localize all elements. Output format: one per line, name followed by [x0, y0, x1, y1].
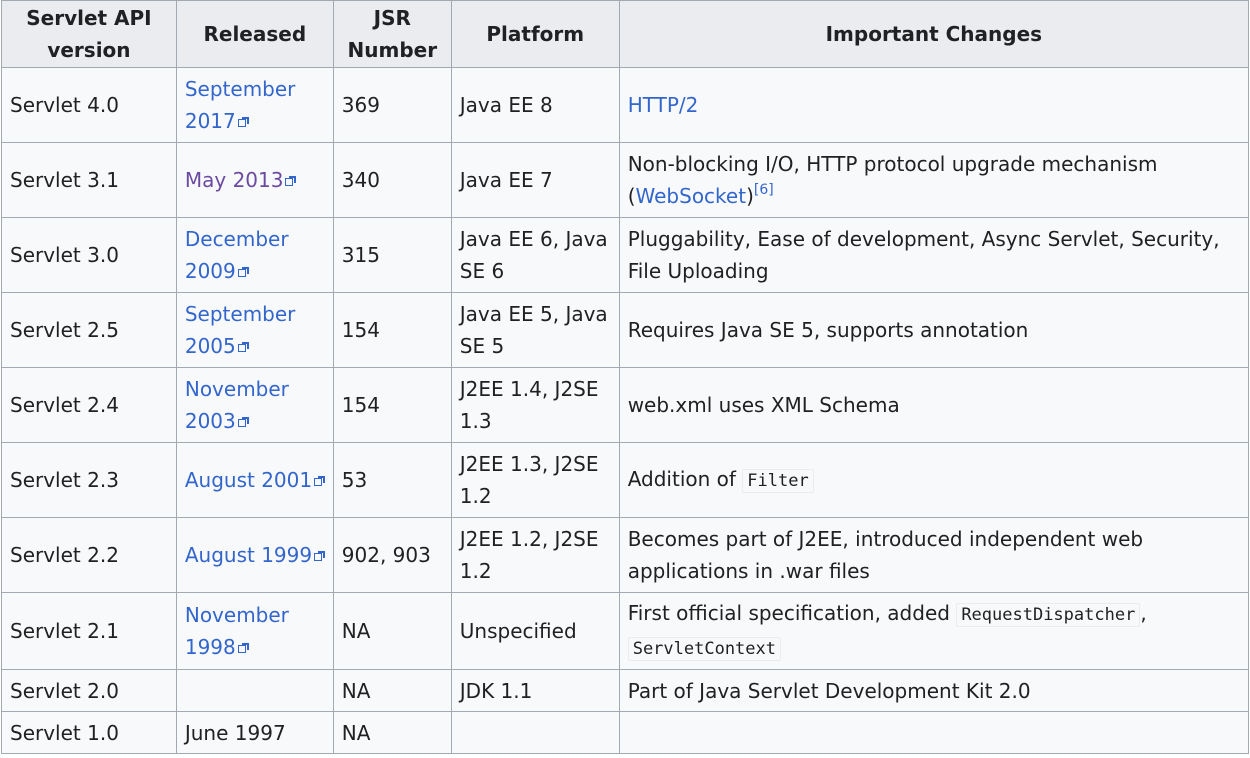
- released-cell: June 1997: [175, 711, 334, 754]
- changes-cell: Non-blocking I/O, HTTP protocol upgrade …: [618, 142, 1250, 218]
- jsr-cell: 53: [332, 442, 452, 518]
- version-cell: Servlet 3.1: [1, 142, 177, 218]
- platform-cell: Java EE 7: [450, 142, 620, 218]
- external-link-icon: [237, 117, 249, 127]
- released-cell: November 1998: [175, 592, 334, 670]
- header-jsr-number: JSR Number: [332, 0, 452, 68]
- released-cell: December 2009: [175, 217, 334, 293]
- version-cell: Servlet 3.0: [1, 217, 177, 293]
- websocket-link[interactable]: WebSocket: [636, 184, 747, 208]
- external-link-icon: [237, 417, 249, 427]
- changes-cell: Requires Java SE 5, supports annotation: [618, 292, 1250, 368]
- code-servlet-context: ServletContext: [627, 637, 781, 661]
- released-link[interactable]: December 2009: [185, 227, 289, 283]
- released-cell: [175, 669, 334, 712]
- platform-cell: J2EE 1.3, J2SE 1.2: [450, 442, 620, 518]
- header-version: Servlet API version: [1, 0, 177, 68]
- changes-cell: Part of Java Servlet Development Kit 2.0: [618, 669, 1250, 712]
- released-link[interactable]: August 1999: [185, 543, 326, 567]
- external-link-icon: [285, 176, 297, 186]
- table-row: Servlet 2.3 August 2001 53 J2EE 1.3, J2S…: [1, 442, 1250, 518]
- header-important-changes: Important Changes: [618, 0, 1250, 68]
- external-link-icon: [314, 551, 326, 561]
- reference-superscript: [6]: [754, 182, 774, 198]
- platform-cell: [450, 711, 620, 754]
- released-link[interactable]: September 2017: [185, 77, 296, 133]
- external-link-icon: [237, 643, 249, 653]
- platform-cell: Java EE 5, Java SE 5: [450, 292, 620, 368]
- jsr-cell: NA: [332, 669, 452, 712]
- jsr-cell: 315: [332, 217, 452, 293]
- version-cell: Servlet 2.2: [1, 517, 177, 593]
- platform-cell: Java EE 6, Java SE 6: [450, 217, 620, 293]
- table-row: Servlet 2.5 September 2005 154 Java EE 5…: [1, 292, 1250, 368]
- platform-cell: J2EE 1.2, J2SE 1.2: [450, 517, 620, 593]
- released-link[interactable]: August 2001: [185, 468, 326, 492]
- jsr-cell: 340: [332, 142, 452, 218]
- version-cell: Servlet 2.1: [1, 592, 177, 670]
- changes-cell: First official specification, added Requ…: [618, 592, 1250, 670]
- changes-cell: HTTP/2: [618, 67, 1250, 143]
- jsr-cell: 154: [332, 367, 452, 443]
- released-link[interactable]: November 1998: [185, 603, 289, 659]
- http2-link[interactable]: HTTP/2: [628, 93, 699, 117]
- changes-cell: web.xml uses XML Schema: [618, 367, 1250, 443]
- platform-cell: JDK 1.1: [450, 669, 620, 712]
- platform-cell: Java EE 8: [450, 67, 620, 143]
- changes-cell: Pluggability, Ease of development, Async…: [618, 217, 1250, 293]
- released-link[interactable]: May 2013: [185, 168, 297, 192]
- released-link[interactable]: November 2003: [185, 377, 289, 433]
- jsr-cell: NA: [332, 711, 452, 754]
- jsr-cell: NA: [332, 592, 452, 670]
- reference-link[interactable]: [6]: [754, 182, 774, 198]
- jsr-cell: 902, 903: [332, 517, 452, 593]
- table-row: Servlet 2.0 NA JDK 1.1 Part of Java Serv…: [1, 669, 1250, 712]
- table-row: Servlet 3.1 May 2013 340 Java EE 7 Non-b…: [1, 142, 1250, 218]
- table-header-row: Servlet API version Released JSR Number …: [1, 0, 1250, 68]
- table-row: Servlet 1.0 June 1997 NA: [1, 711, 1250, 754]
- version-cell: Servlet 2.4: [1, 367, 177, 443]
- released-link[interactable]: September 2005: [185, 302, 296, 358]
- header-released: Released: [175, 0, 334, 68]
- version-cell: Servlet 2.0: [1, 669, 177, 712]
- released-cell: August 1999: [175, 517, 334, 593]
- jsr-cell: 154: [332, 292, 452, 368]
- released-cell: November 2003: [175, 367, 334, 443]
- header-platform: Platform: [450, 0, 620, 68]
- external-link-icon: [237, 342, 249, 352]
- table-row: Servlet 4.0 September 2017 369 Java EE 8…: [1, 67, 1250, 143]
- external-link-icon: [237, 267, 249, 277]
- released-cell: September 2017: [175, 67, 334, 143]
- version-cell: Servlet 4.0: [1, 67, 177, 143]
- code-filter: Filter: [742, 469, 814, 493]
- servlet-versions-table: Servlet API version Released JSR Number …: [1, 0, 1250, 754]
- version-cell: Servlet 2.3: [1, 442, 177, 518]
- changes-cell: Becomes part of J2EE, introduced indepen…: [618, 517, 1250, 593]
- version-cell: Servlet 2.5: [1, 292, 177, 368]
- platform-cell: Unspecified: [450, 592, 620, 670]
- table-row: Servlet 2.1 November 1998 NA Unspecified…: [1, 592, 1250, 670]
- table-row: Servlet 3.0 December 2009 315 Java EE 6,…: [1, 217, 1250, 293]
- table-row: Servlet 2.4 November 2003 154 J2EE 1.4, …: [1, 367, 1250, 443]
- changes-cell: Addition of Filter: [618, 442, 1250, 518]
- released-cell: August 2001: [175, 442, 334, 518]
- version-cell: Servlet 1.0: [1, 711, 177, 754]
- released-cell: May 2013: [175, 142, 334, 218]
- released-cell: September 2005: [175, 292, 334, 368]
- changes-cell: [618, 711, 1250, 754]
- table-row: Servlet 2.2 August 1999 902, 903 J2EE 1.…: [1, 517, 1250, 593]
- code-request-dispatcher: RequestDispatcher: [956, 603, 1141, 627]
- platform-cell: J2EE 1.4, J2SE 1.3: [450, 367, 620, 443]
- external-link-icon: [314, 476, 326, 486]
- jsr-cell: 369: [332, 67, 452, 143]
